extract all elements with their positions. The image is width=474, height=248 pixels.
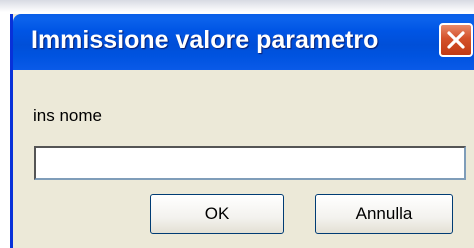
dialog-title: Immissione valore parametro [31,26,379,54]
parameter-dialog: Immissione valore parametro ins nome OK … [10,14,474,248]
dialog-body: ins nome OK Annulla [13,70,474,248]
parameter-value-input[interactable] [34,146,466,180]
close-button[interactable] [439,23,473,57]
background-window-edge [0,12,10,248]
ok-button[interactable]: OK [150,194,284,234]
title-bar[interactable]: Immissione valore parametro [13,14,474,70]
close-icon [447,31,465,49]
prompt-label: ins nome [33,106,102,125]
cancel-button[interactable]: Annulla [315,194,453,234]
background-window [0,0,474,12]
